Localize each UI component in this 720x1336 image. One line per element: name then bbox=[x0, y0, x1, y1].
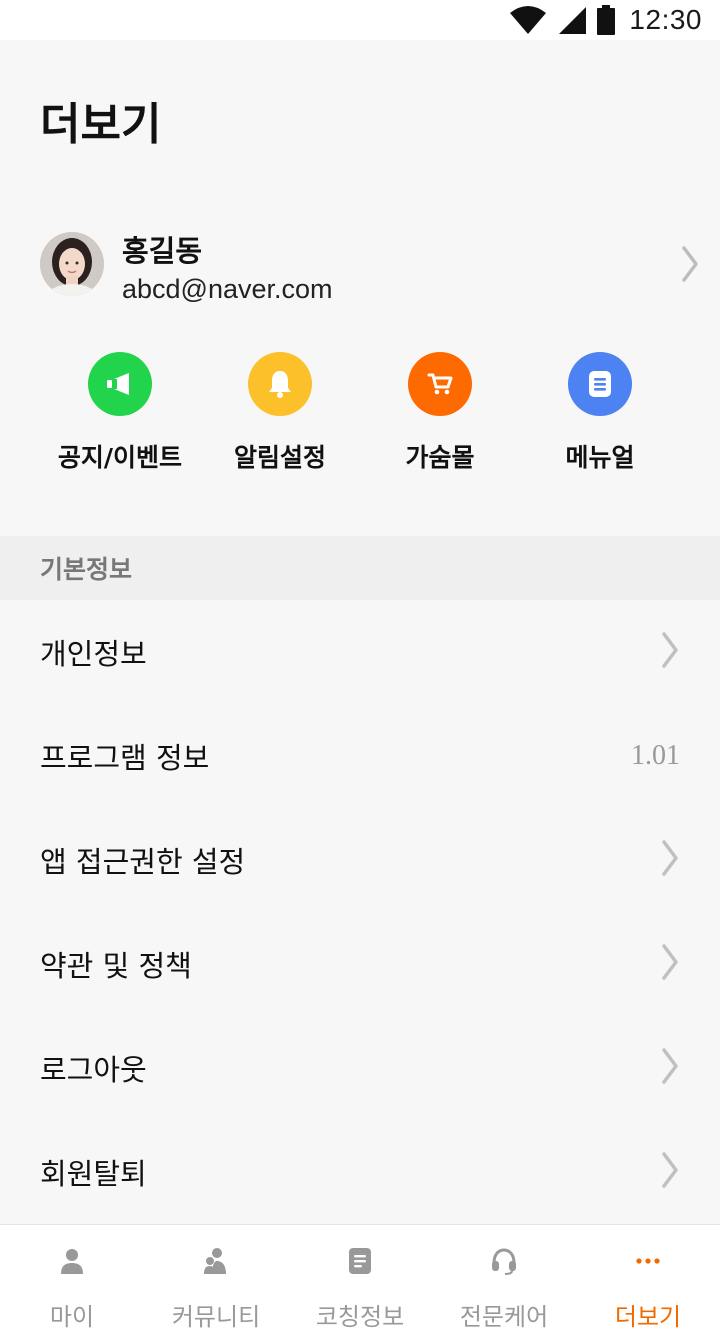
megaphone-icon bbox=[88, 352, 152, 416]
section-title: 기본정보 bbox=[40, 555, 133, 584]
quick-menu-notice-event[interactable]: 공지/이벤트 bbox=[40, 352, 200, 474]
settings-menu-list: 개인정보 프로그램 정보 1.01 앱 접근권한 설정 약관 및 정책 로그아웃… bbox=[0, 600, 720, 1224]
quick-menu: 공지/이벤트 알림설정 가숨몰 메뉴얼 bbox=[40, 352, 680, 474]
more-dots-icon bbox=[635, 1245, 661, 1277]
status-time: 12:30 bbox=[629, 4, 702, 35]
status-bar: 12:30 bbox=[0, 0, 720, 40]
menu-item-label: 프로그램 정보 bbox=[40, 741, 210, 775]
avatar bbox=[40, 232, 104, 296]
chevron-right-icon bbox=[680, 244, 700, 288]
menu-item-program-info[interactable]: 프로그램 정보 1.01 bbox=[0, 704, 720, 808]
menu-item-label: 앱 접근권한 설정 bbox=[40, 845, 246, 879]
profile-name: 홍길동 bbox=[122, 234, 203, 268]
version-value: 1.01 bbox=[631, 740, 680, 771]
tab-my[interactable]: 마이 bbox=[0, 1225, 144, 1336]
chevron-right-icon bbox=[660, 942, 680, 986]
headset-icon bbox=[490, 1245, 518, 1277]
menu-item-terms-policy[interactable]: 약관 및 정책 bbox=[0, 912, 720, 1016]
tab-label: 코칭정보 bbox=[315, 1303, 405, 1331]
profile-email: abcd@naver.com bbox=[122, 274, 333, 304]
quick-menu-manual[interactable]: 메뉴얼 bbox=[520, 352, 680, 474]
menu-item-label: 약관 및 정책 bbox=[40, 949, 192, 983]
cellular-signal-icon bbox=[557, 5, 587, 35]
page-title: 더보기 bbox=[40, 99, 162, 150]
wifi-icon bbox=[509, 5, 547, 35]
menu-item-withdraw[interactable]: 회원탈퇴 bbox=[0, 1120, 720, 1224]
tab-coaching-info[interactable]: 코칭정보 bbox=[288, 1225, 432, 1336]
profile-row[interactable]: 홍길동 abcd@naver.com bbox=[40, 228, 700, 308]
section-header-basic-info: 기본정보 bbox=[0, 536, 720, 600]
menu-item-label: 개인정보 bbox=[40, 637, 147, 671]
chevron-right-icon bbox=[660, 1150, 680, 1194]
battery-icon bbox=[597, 5, 616, 35]
menu-item-app-permissions[interactable]: 앱 접근권한 설정 bbox=[0, 808, 720, 912]
bottom-tab-bar: 마이 커뮤니티 코칭정보 전문케어 더보기 bbox=[0, 1224, 720, 1336]
quick-menu-notification-settings[interactable]: 알림설정 bbox=[200, 352, 360, 474]
quick-menu-label: 메뉴얼 bbox=[565, 443, 635, 472]
tab-expert-care[interactable]: 전문케어 bbox=[432, 1225, 576, 1336]
menu-item-personal-info[interactable]: 개인정보 bbox=[0, 600, 720, 704]
menu-item-logout[interactable]: 로그아웃 bbox=[0, 1016, 720, 1120]
person-icon bbox=[59, 1245, 85, 1277]
quick-menu-label: 알림설정 bbox=[233, 443, 326, 472]
tab-label: 마이 bbox=[49, 1303, 95, 1331]
document-icon bbox=[348, 1245, 372, 1277]
chevron-right-icon bbox=[660, 630, 680, 674]
people-icon bbox=[202, 1245, 230, 1277]
bell-icon bbox=[248, 352, 312, 416]
tab-label: 커뮤니티 bbox=[171, 1303, 261, 1331]
quick-menu-shop[interactable]: 가숨몰 bbox=[360, 352, 520, 474]
document-icon bbox=[568, 352, 632, 416]
chevron-right-icon bbox=[660, 1046, 680, 1090]
quick-menu-label: 공지/이벤트 bbox=[57, 443, 183, 472]
tab-label: 더보기 bbox=[614, 1303, 682, 1331]
menu-item-label: 회원탈퇴 bbox=[40, 1157, 147, 1191]
tab-community[interactable]: 커뮤니티 bbox=[144, 1225, 288, 1336]
chevron-right-icon bbox=[660, 838, 680, 882]
tab-label: 전문케어 bbox=[459, 1303, 549, 1331]
quick-menu-label: 가숨몰 bbox=[405, 443, 475, 472]
tab-more[interactable]: 더보기 bbox=[576, 1225, 720, 1336]
cart-icon bbox=[408, 352, 472, 416]
menu-item-label: 로그아웃 bbox=[40, 1053, 147, 1087]
